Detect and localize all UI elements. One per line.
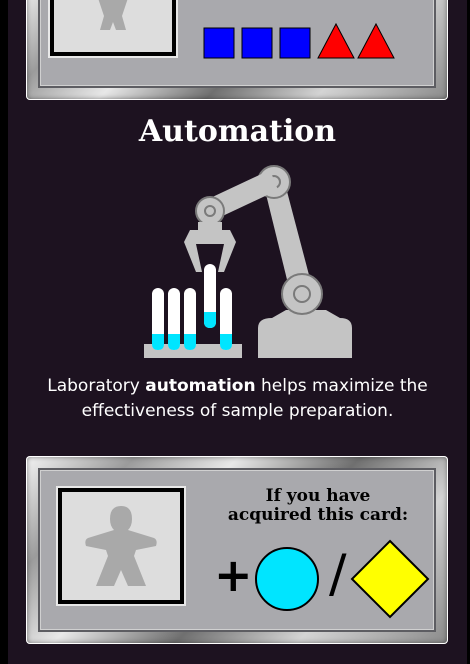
- reward-heading: If you have acquired this card:: [198, 487, 438, 525]
- meeple-icon: [85, 506, 157, 586]
- red-triangle-icon: [317, 22, 355, 59]
- reward-heading-line2: acquired this card:: [227, 505, 409, 525]
- separator-slash: /: [329, 544, 347, 604]
- meeple-slot-bottom: [58, 488, 184, 604]
- card-description: Laboratory automation helps maximize the…: [8, 374, 467, 424]
- reward-heading-line1: If you have: [265, 486, 371, 506]
- description-prefix: Laboratory: [47, 376, 146, 396]
- plus-symbol: +: [214, 548, 253, 602]
- meeple-icon: [98, 0, 128, 30]
- cost-icons: [203, 22, 395, 59]
- blue-square-icon: [203, 27, 235, 59]
- blue-square-icon: [279, 27, 311, 59]
- meeple-slot-top: [50, 0, 176, 56]
- blue-square-icon: [241, 27, 273, 59]
- yellow-diamond-icon: [350, 539, 430, 619]
- card-title: Automation: [138, 114, 337, 149]
- robot-arm-test-tubes-icon: [144, 165, 352, 358]
- game-card: Automation Laboratory automation helps m…: [8, 0, 467, 664]
- cyan-circle-icon: [255, 547, 319, 611]
- description-bold: automation: [145, 376, 256, 396]
- red-triangle-icon: [357, 22, 395, 59]
